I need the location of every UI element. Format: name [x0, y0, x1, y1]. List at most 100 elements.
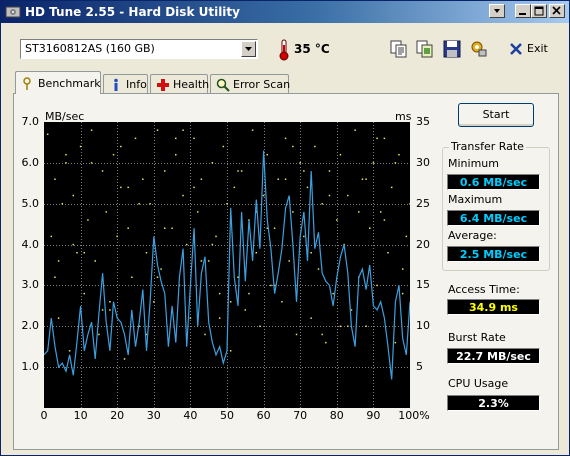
close-button[interactable]: [549, 4, 565, 18]
access-time-point: [226, 202, 228, 205]
access-time-point: [65, 162, 67, 164]
access-time-point: [292, 211, 294, 213]
access-time-point: [101, 309, 104, 311]
y-right-tick-label: 20: [416, 237, 430, 251]
access-time-point: [112, 153, 115, 156]
drive-select[interactable]: ST3160812AS (160 GB): [20, 39, 258, 59]
access-time-point: [409, 202, 411, 205]
y-right-tick-label: 30: [416, 155, 430, 169]
access-time-point: [189, 317, 192, 319]
access-time-label: Access Time:: [448, 283, 520, 296]
access-time-point: [266, 153, 269, 156]
burst-rate-value: 22.7 MB/sec: [456, 350, 531, 363]
access-time-point: [259, 325, 261, 328]
access-time-point: [98, 333, 100, 336]
access-time-point: [376, 137, 378, 140]
x-tick-label: 100%: [398, 409, 430, 422]
access-time-point: [358, 211, 360, 213]
access-time-point: [72, 243, 75, 246]
tab-health[interactable]: Health: [150, 74, 209, 94]
access-time-point: [251, 129, 254, 131]
info-icon: [114, 78, 118, 91]
access-time-point: [65, 153, 67, 156]
access-time-point: [185, 243, 188, 246]
access-time-point: [284, 178, 287, 180]
x-tick-label: 60: [256, 409, 271, 422]
access-time-point: [164, 227, 166, 229]
access-time-point: [248, 292, 250, 295]
access-time-point: [90, 162, 93, 164]
thermometer-icon: [279, 39, 289, 61]
access-time-point: [354, 129, 356, 131]
access-time-point: [105, 211, 107, 213]
y-right-tick-label: 5: [416, 360, 423, 374]
access-time-point: [262, 194, 265, 197]
temperature-value: 35 °C: [294, 42, 330, 56]
access-time-point: [134, 137, 137, 140]
minimum-value-box: 0.6 MB/sec: [447, 174, 540, 190]
burst-rate-value-box: 22.7 MB/sec: [447, 348, 540, 364]
x-tick-label: 40: [183, 409, 198, 422]
tab-benchmark[interactable]: Benchmark: [15, 71, 101, 94]
access-time-point: [229, 301, 232, 303]
access-time-point: [72, 194, 75, 197]
tab-error-scan[interactable]: Error Scan: [210, 74, 290, 94]
access-time-point: [361, 178, 364, 180]
access-time-point: [196, 211, 199, 213]
access-time-point: [387, 251, 389, 254]
access-time-point: [328, 170, 331, 172]
x-tick-label: 0: [40, 409, 48, 422]
error-scan-icon: [216, 78, 230, 92]
transfer-rate-title: Transfer Rate: [449, 140, 526, 153]
maximize-button[interactable]: [531, 4, 547, 18]
access-time-point: [401, 268, 404, 270]
minimize-button[interactable]: [515, 4, 531, 18]
access-time-point: [390, 186, 393, 189]
access-time-point: [175, 153, 177, 156]
drive-select-dropdown-button[interactable]: [241, 41, 256, 57]
x-tick-label: 20: [110, 409, 125, 422]
access-time-point: [175, 137, 177, 140]
close-icon: [510, 43, 522, 55]
copy-screenshot-icon[interactable]: [415, 39, 435, 59]
title-bar[interactable]: HD Tune 2.55 - Hard Disk Utility: [1, 1, 569, 23]
x-tick-label: 80: [329, 409, 344, 422]
maximize-icon: [534, 6, 544, 16]
access-time-value: 34.9 ms: [469, 301, 518, 314]
access-time-point: [317, 268, 320, 270]
access-time-point: [394, 341, 397, 344]
copy-text-icon[interactable]: [389, 39, 409, 59]
access-time-point: [383, 137, 386, 140]
access-time-point: [211, 243, 214, 246]
exit-label: Exit: [527, 42, 548, 55]
close-icon: [552, 6, 561, 15]
access-time-point: [76, 251, 78, 254]
x-tick-label: 30: [146, 409, 161, 422]
access-time-point: [211, 162, 214, 164]
start-button[interactable]: Start: [458, 103, 534, 127]
access-time-point: [218, 292, 221, 295]
access-time-point: [90, 129, 93, 131]
access-time-point: [222, 145, 225, 148]
access-time-point: [193, 137, 195, 140]
chart-plot-area: [43, 122, 411, 408]
chevron-down-icon: [245, 47, 252, 51]
options-icon[interactable]: [469, 39, 489, 59]
y-left-tick-label: 5.0: [21, 196, 40, 210]
tab-info[interactable]: Info: [103, 74, 148, 94]
extra-menu-button[interactable]: [489, 4, 505, 18]
y-left-tick-label: 2.0: [21, 319, 40, 333]
access-time-point: [368, 227, 371, 229]
access-time-point: [156, 129, 159, 131]
access-time-point: [365, 178, 367, 180]
exit-button[interactable]: Exit: [507, 39, 549, 59]
access-time-point: [138, 202, 140, 205]
access-time-point: [83, 292, 86, 295]
access-time-point: [182, 129, 184, 131]
access-time-point: [303, 235, 305, 238]
x-tick-label: 70: [293, 409, 308, 422]
save-icon[interactable]: [442, 39, 462, 59]
access-time-point: [68, 350, 71, 352]
y-right-tick-label: 35: [416, 115, 430, 128]
y-right-tick-label: 10: [416, 319, 430, 333]
